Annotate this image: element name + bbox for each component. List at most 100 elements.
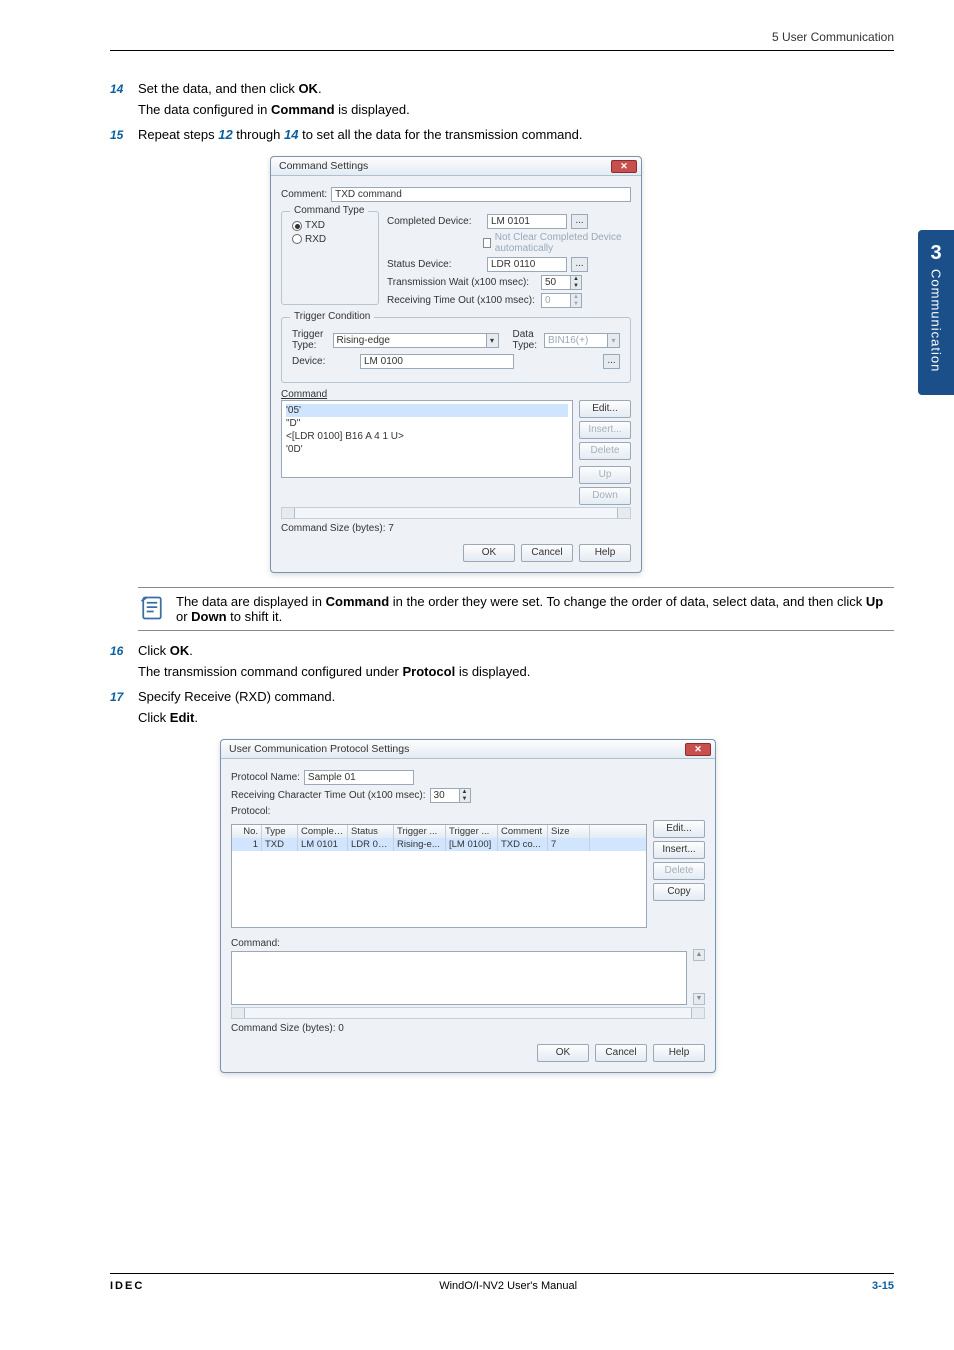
- completed-device-input[interactable]: LM 0101: [487, 214, 567, 229]
- step-number: 15: [110, 128, 138, 142]
- trigger-type-label: Trigger Type:: [292, 329, 329, 351]
- radio-icon: [292, 234, 302, 244]
- step-text: Specify Receive (RXD) command.: [138, 689, 894, 704]
- col-comment: Comment: [498, 825, 548, 838]
- step-text: Repeat steps 12 through 14 to set all th…: [138, 127, 894, 142]
- browse-button[interactable]: ...: [571, 214, 588, 229]
- step-number: 14: [110, 82, 138, 96]
- list-item[interactable]: <[LDR 0100] B16 A 4 1 U>: [286, 430, 568, 443]
- trigger-device-label: Device:: [292, 356, 356, 367]
- delete-button: Delete: [579, 442, 631, 460]
- trigger-type-select[interactable]: Rising-edge ▾: [333, 333, 499, 348]
- not-clear-label: Not Clear Completed Device automatically: [495, 232, 631, 254]
- tx-wait-spinner[interactable]: 50 ▲▼: [541, 275, 582, 290]
- browse-button[interactable]: ...: [603, 354, 620, 369]
- command-type-group-label: Command Type: [290, 205, 368, 216]
- vertical-scrollbar[interactable]: ▲ ▼: [693, 949, 705, 1005]
- command-list[interactable]: '05' "D" <[LDR 0100] B16 A 4 1 U> '0D': [281, 400, 573, 478]
- help-button[interactable]: Help: [653, 1044, 705, 1062]
- ok-button[interactable]: OK: [537, 1044, 589, 1062]
- protocol-name-input[interactable]: Sample 01: [304, 770, 414, 785]
- table-header-row: No. Type Complet... Status Trigger ... T…: [232, 825, 646, 838]
- step-number: 17: [110, 690, 138, 704]
- section-title: 5 User Communication: [772, 30, 894, 44]
- note-text: The data are displayed in Command in the…: [176, 594, 894, 624]
- page-header: 5 User Communication: [110, 30, 894, 51]
- page-footer: IDEC WindO/I-NV2 User's Manual 3-15: [110, 1273, 894, 1292]
- col-no: No.: [232, 825, 262, 838]
- list-item[interactable]: '0D': [286, 443, 568, 456]
- chevron-down-icon: ▾: [487, 333, 499, 348]
- col-trigger-type: Trigger ...: [394, 825, 446, 838]
- list-item[interactable]: '05': [286, 404, 568, 417]
- command-size-label: Command Size (bytes): 7: [281, 523, 631, 534]
- rx-timeout-spinner: 0 ▲▼: [541, 293, 582, 308]
- tx-wait-label: Transmission Wait (x100 msec):: [387, 277, 537, 288]
- col-completed: Complet...: [298, 825, 348, 838]
- insert-button[interactable]: Insert...: [653, 841, 705, 859]
- browse-button[interactable]: ...: [571, 257, 588, 272]
- close-icon[interactable]: ✕: [685, 743, 711, 756]
- list-item[interactable]: "D": [286, 417, 568, 430]
- step-text: Set the data, and then click OK.: [138, 81, 894, 96]
- status-device-label: Status Device:: [387, 259, 483, 270]
- spinner-down-icon[interactable]: ▼: [571, 283, 581, 290]
- cancel-button[interactable]: Cancel: [521, 544, 573, 562]
- dialog-title-bar[interactable]: User Communication Protocol Settings ✕: [221, 740, 715, 759]
- manual-title: WindO/I-NV2 User's Manual: [439, 1280, 577, 1292]
- help-button[interactable]: Help: [579, 544, 631, 562]
- scroll-down-icon[interactable]: ▼: [693, 993, 705, 1005]
- page-number: 3-15: [872, 1280, 894, 1292]
- scroll-up-icon[interactable]: ▲: [693, 949, 705, 961]
- ok-button[interactable]: OK: [463, 544, 515, 562]
- spinner-down-icon: ▼: [571, 301, 581, 308]
- step-number: 16: [110, 644, 138, 658]
- protocol-list-label: Protocol:: [231, 806, 270, 817]
- cancel-button[interactable]: Cancel: [595, 1044, 647, 1062]
- command-label: Command:: [231, 938, 280, 949]
- protocol-name-label: Protocol Name:: [231, 772, 300, 783]
- comment-label: Comment:: [281, 189, 327, 200]
- rx-timeout-label: Receiving Time Out (x100 msec):: [387, 295, 537, 306]
- horizontal-scrollbar[interactable]: [231, 1007, 705, 1019]
- completed-device-label: Completed Device:: [387, 216, 483, 227]
- close-icon[interactable]: ✕: [611, 160, 637, 173]
- chapter-number: 3: [918, 242, 954, 265]
- step-subtext: The transmission command configured unde…: [138, 664, 894, 679]
- step-subtext: Click Edit.: [138, 710, 894, 725]
- horizontal-scrollbar[interactable]: [281, 507, 631, 519]
- copy-button[interactable]: Copy: [653, 883, 705, 901]
- trigger-device-input[interactable]: LM 0100: [360, 354, 514, 369]
- edit-button[interactable]: Edit...: [653, 820, 705, 838]
- ucp-settings-dialog: User Communication Protocol Settings ✕ P…: [220, 739, 716, 1073]
- protocol-table[interactable]: No. Type Complet... Status Trigger ... T…: [231, 824, 647, 928]
- command-group-label: Command: [281, 389, 327, 400]
- down-button: Down: [579, 487, 631, 505]
- rxd-radio[interactable]: RXD: [292, 234, 326, 245]
- chevron-down-icon: ▾: [608, 333, 620, 348]
- up-button: Up: [579, 466, 631, 484]
- brand-logo: IDEC: [110, 1280, 144, 1292]
- dialog-title-bar[interactable]: Command Settings ✕: [271, 157, 641, 176]
- not-clear-checkbox[interactable]: [483, 238, 491, 248]
- note-icon: [138, 594, 166, 622]
- command-settings-dialog: Command Settings ✕ Comment: TXD command …: [270, 156, 642, 573]
- radio-icon: [292, 221, 302, 231]
- status-device-input[interactable]: LDR 0110: [487, 257, 567, 272]
- dialog-title: User Communication Protocol Settings: [229, 743, 409, 755]
- col-status: Status: [348, 825, 394, 838]
- table-row[interactable]: 1 TXD LM 0101 LDR 01... Rising-e... [LM …: [232, 838, 646, 851]
- txd-radio[interactable]: TXD: [292, 220, 325, 231]
- step-ref: 12: [218, 127, 232, 142]
- trigger-condition-group-label: Trigger Condition: [290, 311, 374, 322]
- step-subtext: The data configured in Command is displa…: [138, 102, 894, 117]
- recv-char-timeout-spinner[interactable]: 30 ▲▼: [430, 788, 471, 803]
- delete-button: Delete: [653, 862, 705, 880]
- data-type-select: BIN16(+) ▾: [544, 333, 620, 348]
- spinner-down-icon[interactable]: ▼: [460, 796, 470, 803]
- chapter-label: Communication: [929, 269, 944, 372]
- comment-input[interactable]: TXD command: [331, 187, 631, 202]
- edit-button[interactable]: Edit...: [579, 400, 631, 418]
- command-preview-list[interactable]: [231, 951, 687, 1005]
- step-ref: 14: [284, 127, 298, 142]
